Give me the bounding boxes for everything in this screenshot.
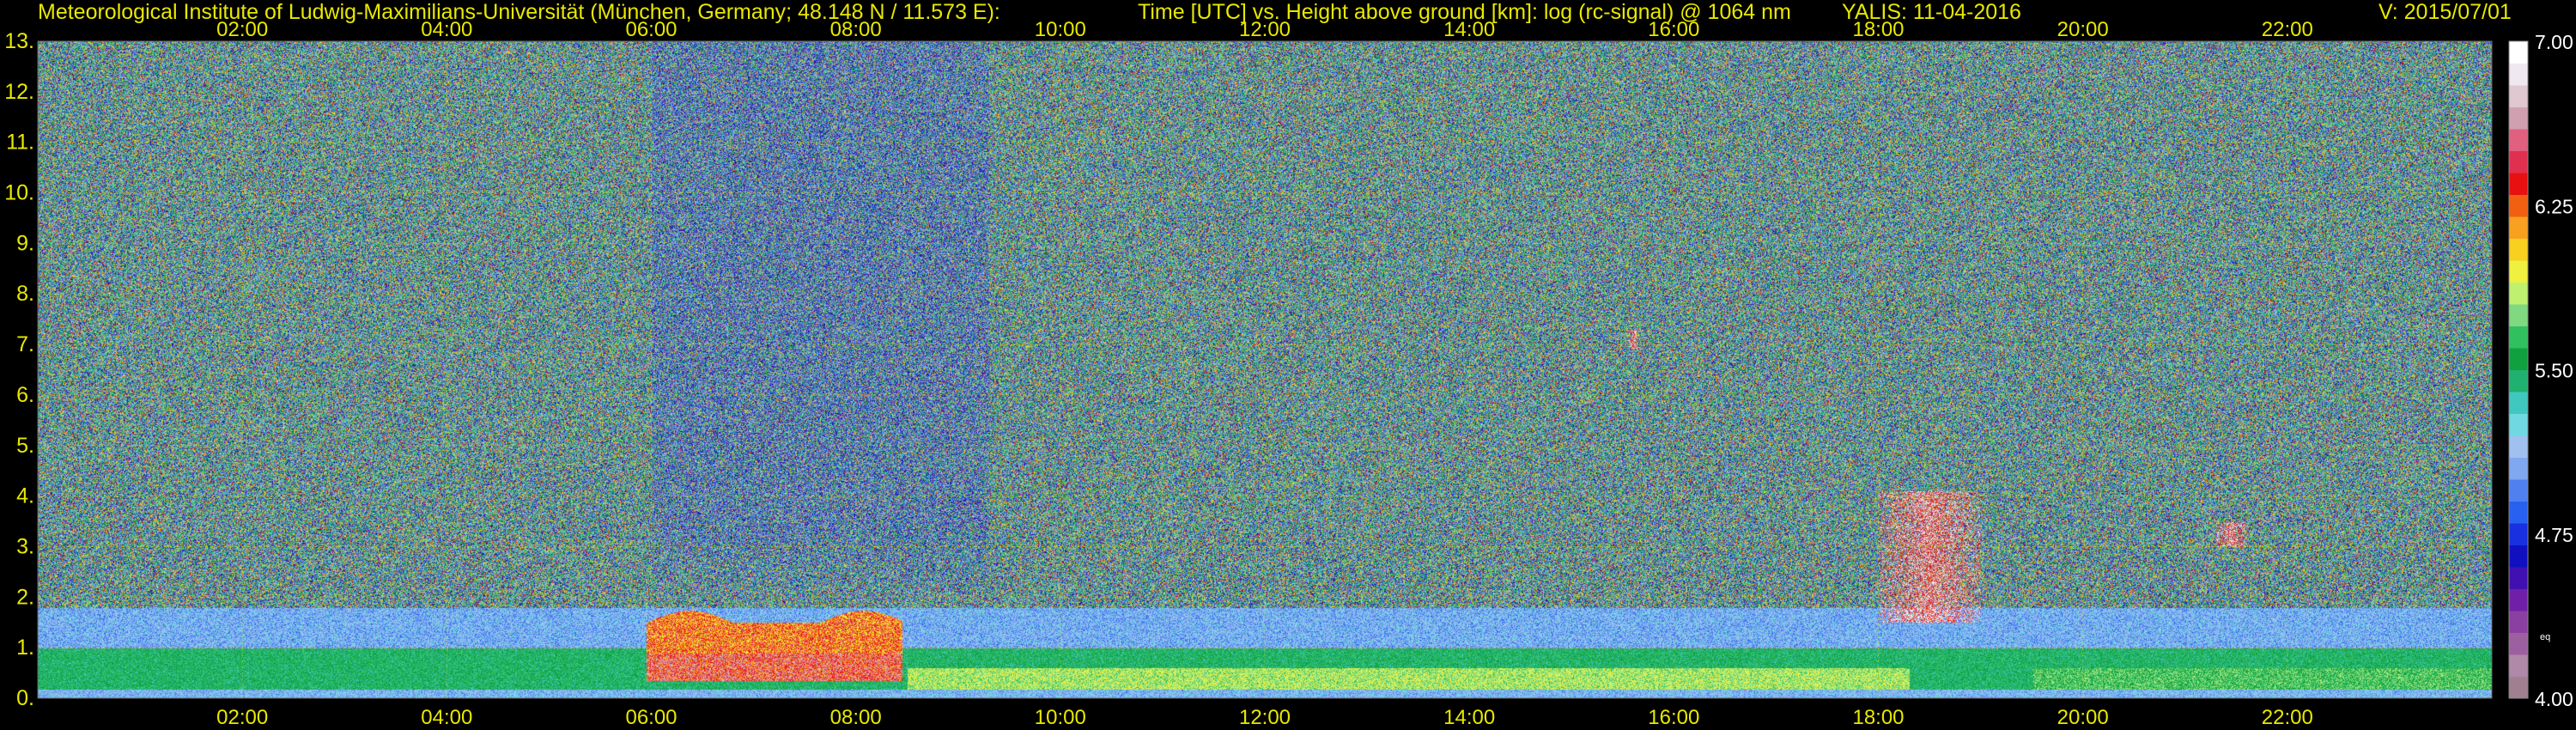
chart-overlay: 02:00 02:00 04:00 04:00 06:00 06:00 08:00 08:00… — [4, 18, 2573, 729]
x-tick-label-bottom: 10:00 — [1035, 706, 1086, 729]
colorbar-swatch — [2509, 588, 2528, 611]
colorbar-tick-label: 4.75 — [2535, 524, 2573, 546]
x-tick-label-top: 06:00 — [625, 18, 677, 41]
x-tick-label-top: 22:00 — [2262, 18, 2313, 41]
colorbar-swatch — [2509, 216, 2528, 239]
plot-frame — [37, 40, 2493, 699]
colorbar-swatch — [2509, 413, 2528, 436]
colorbar-swatch — [2509, 369, 2528, 392]
colorbar-swatch — [2509, 238, 2528, 261]
y-tick-label: 7. — [16, 332, 34, 356]
colorbar-swatch — [2509, 523, 2528, 545]
colorbar-swatch — [2509, 260, 2528, 283]
x-tick-label-top: 12:00 — [1239, 18, 1291, 41]
y-tick-label: 11. — [6, 131, 34, 155]
colorbar-swatch — [2509, 567, 2528, 589]
colorbar-tick-label: 6.25 — [2535, 195, 2573, 217]
colorbar-swatch — [2509, 63, 2528, 86]
y-tick-label: 2. — [16, 585, 34, 609]
colorbar-swatch — [2509, 41, 2528, 64]
colorbar-swatch — [2509, 654, 2528, 677]
x-tick-label-top: 02:00 — [216, 18, 268, 41]
colorbar-swatch — [2509, 457, 2528, 480]
x-tick-label-bottom: 12:00 — [1239, 706, 1291, 729]
y-tick-label: 5. — [16, 434, 34, 458]
x-tick-label-top: 10:00 — [1035, 18, 1086, 41]
x-tick-label-bottom: 18:00 — [1852, 706, 1904, 729]
colorbar-swatch — [2509, 611, 2528, 633]
colorbar-swatch — [2509, 106, 2528, 130]
colorbar-swatch — [2509, 194, 2528, 217]
colorbar-swatch — [2509, 348, 2528, 370]
colorbar-swatch — [2509, 304, 2528, 326]
colorbar-swatch — [2509, 435, 2528, 458]
y-tick-label: 13. — [4, 29, 34, 53]
y-tick-label: 4. — [16, 484, 34, 508]
colorbar-tick-label: 7.00 — [2535, 31, 2573, 53]
y-tick-label: 10. — [4, 181, 34, 205]
colorbar-swatch — [2509, 544, 2528, 568]
y-tick-label: 12. — [4, 80, 34, 104]
colorbar-swatch — [2509, 129, 2528, 151]
x-tick-label-top: 18:00 — [1852, 18, 1904, 41]
colorbar-swatch — [2509, 173, 2528, 195]
y-tick-label: 1. — [16, 636, 34, 660]
x-tick-label-bottom: 16:00 — [1648, 706, 1699, 729]
colorbar-swatch — [2509, 479, 2528, 502]
x-tick-label-top: 08:00 — [830, 18, 882, 41]
colorbar-swatch — [2509, 150, 2528, 173]
x-tick-label-top: 04:00 — [421, 18, 472, 41]
colorbar-swatch — [2509, 501, 2528, 524]
colorbar-swatch — [2509, 632, 2528, 655]
y-tick-label: 9. — [16, 231, 34, 255]
x-tick-label-bottom: 02:00 — [216, 706, 268, 729]
colorbar-tick-label: 4.00 — [2535, 688, 2573, 710]
x-tick-label-bottom: 04:00 — [421, 706, 472, 729]
x-tick-label-bottom: 20:00 — [2057, 706, 2109, 729]
y-tick-label: 0. — [16, 686, 34, 710]
y-tick-label: 8. — [16, 282, 34, 306]
y-tick-label: 3. — [16, 534, 34, 558]
colorbar-swatch — [2509, 85, 2528, 107]
x-tick-label-bottom: 14:00 — [1443, 706, 1495, 729]
colorbar-unit-label: eq — [2540, 632, 2550, 642]
x-tick-label-bottom: 06:00 — [625, 706, 677, 729]
colorbar-swatch — [2509, 392, 2528, 414]
colorbar-swatch — [2509, 676, 2528, 699]
x-tick-label-bottom: 22:00 — [2262, 706, 2313, 729]
x-tick-label-top: 16:00 — [1648, 18, 1699, 41]
colorbar-swatch — [2509, 282, 2528, 305]
y-tick-label: 6. — [16, 383, 34, 407]
colorbar-swatch — [2509, 325, 2528, 349]
x-tick-label-bottom: 08:00 — [830, 706, 882, 729]
x-tick-label-top: 20:00 — [2057, 18, 2109, 41]
colorbar-tick-label: 5.50 — [2535, 360, 2573, 382]
x-tick-label-top: 14:00 — [1443, 18, 1495, 41]
